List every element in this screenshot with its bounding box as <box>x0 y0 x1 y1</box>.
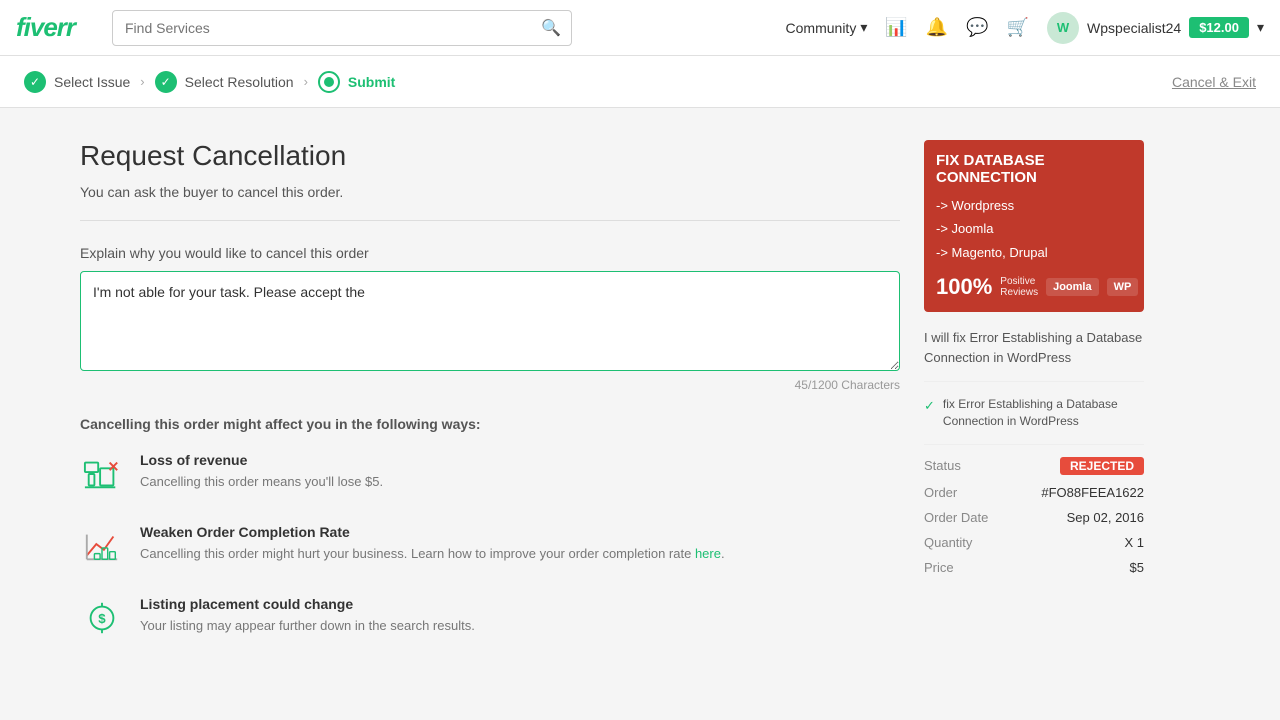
community-label: Community <box>786 20 857 36</box>
breadcrumb-steps: ✓ Select Issue › ✓ Select Resolution › S… <box>24 71 1172 93</box>
loss-revenue-icon <box>80 452 124 496</box>
order-value: #FO88FEEA1622 <box>1041 485 1144 500</box>
quantity-row: Quantity X 1 <box>924 535 1144 550</box>
order-date-value: Sep 02, 2016 <box>1067 510 1144 525</box>
breadcrumb-step-2: ✓ Select Resolution <box>155 71 294 93</box>
effect-loss-desc: Cancelling this order means you'll lose … <box>140 472 383 492</box>
ad-logo-joomla: Joomla <box>1046 278 1099 296</box>
balance-arrow-icon: ▾ <box>1257 19 1264 36</box>
service-check-item: ✓ fix Error Establishing a Database Conn… <box>924 396 1144 430</box>
step1-check-icon: ✓ <box>24 71 46 93</box>
status-label: Status <box>924 458 961 473</box>
avatar: W <box>1047 12 1079 44</box>
step1-label: Select Issue <box>54 74 130 90</box>
username: Wpspecialist24 <box>1087 20 1181 36</box>
here-link[interactable]: here <box>695 546 721 561</box>
main-container: Request Cancellation You can ask the buy… <box>40 108 1240 700</box>
step2-check-icon: ✓ <box>155 71 177 93</box>
ad-banner-title: FIX DATABASE CONNECTION <box>936 152 1132 186</box>
order-date-label: Order Date <box>924 510 988 525</box>
status-badge: REJECTED <box>1060 457 1144 475</box>
left-panel: Request Cancellation You can ask the buy… <box>80 140 900 668</box>
divider-1 <box>80 220 900 221</box>
analytics-icon[interactable]: 📊 <box>885 17 907 38</box>
price-row: Price $5 <box>924 560 1144 575</box>
user-section: W Wpspecialist24 $12.00 ▾ <box>1047 12 1264 44</box>
effect-listing-title: Listing placement could change <box>140 596 475 612</box>
community-button[interactable]: Community ▾ <box>786 19 868 36</box>
char-count: 45/1200 Characters <box>80 378 900 392</box>
breadcrumb-arrow-2: › <box>304 74 308 89</box>
effect-completion-content: Weaken Order Completion Rate Cancelling … <box>140 524 725 564</box>
page-title: Request Cancellation <box>80 140 900 172</box>
textarea-section-label: Explain why you would like to cancel thi… <box>80 245 900 261</box>
ad-item-1: -> Wordpress <box>936 194 1132 217</box>
effect-completion-desc: Cancelling this order might hurt your bu… <box>140 544 725 564</box>
price-label: Price <box>924 560 954 575</box>
ad-banner-logos: 100% Positive Reviews Joomla WP <box>936 274 1132 300</box>
step3-active-icon <box>318 71 340 93</box>
community-arrow-icon: ▾ <box>860 19 867 36</box>
effect-listing-placement: $ Listing placement could change Your li… <box>80 596 900 640</box>
quantity-value: X 1 <box>1124 535 1144 550</box>
effects-title: Cancelling this order might affect you i… <box>80 416 900 432</box>
ad-percent: 100% <box>936 274 992 300</box>
status-row: Status REJECTED <box>924 457 1144 475</box>
order-date-row: Order Date Sep 02, 2016 <box>924 510 1144 525</box>
order-label: Order <box>924 485 957 500</box>
effect-loss-content: Loss of revenue Cancelling this order me… <box>140 452 383 492</box>
notifications-icon[interactable]: 🔔 <box>926 17 948 38</box>
search-bar: 🔍 <box>112 10 572 46</box>
breadcrumb-bar: ✓ Select Issue › ✓ Select Resolution › S… <box>0 56 1280 108</box>
step2-label: Select Resolution <box>185 74 294 90</box>
page-subtitle: You can ask the buyer to cancel this ord… <box>80 184 900 200</box>
step3-label: Submit <box>348 74 395 90</box>
breadcrumb-step-3: Submit <box>318 71 395 93</box>
ad-logo-wp: WP <box>1107 278 1139 296</box>
svg-text:$: $ <box>98 611 106 626</box>
effect-listing-content: Listing placement could change Your list… <box>140 596 475 636</box>
nav-right: Community ▾ 📊 🔔 💬 🛒 W Wpspecialist24 $12… <box>786 12 1264 44</box>
effect-completion-title: Weaken Order Completion Rate <box>140 524 725 540</box>
header: fiverr 🔍 Community ▾ 📊 🔔 💬 🛒 W Wpspecial… <box>0 0 1280 56</box>
service-description: I will fix Error Establishing a Database… <box>924 328 1144 382</box>
balance-badge: $12.00 <box>1189 17 1249 38</box>
effect-completion-rate: Weaken Order Completion Rate Cancelling … <box>80 524 900 568</box>
order-row: Order #FO88FEEA1622 <box>924 485 1144 500</box>
cart-icon[interactable]: 🛒 <box>1007 17 1029 38</box>
effect-loss-revenue: Loss of revenue Cancelling this order me… <box>80 452 900 496</box>
completion-rate-icon <box>80 524 124 568</box>
order-details: Status REJECTED Order #FO88FEEA1622 Orde… <box>924 444 1144 575</box>
cancel-exit-button[interactable]: Cancel & Exit <box>1172 74 1256 90</box>
ad-item-3: -> Magento, Drupal <box>936 241 1132 264</box>
fiverr-logo: fiverr <box>16 12 96 43</box>
breadcrumb-arrow-1: › <box>140 74 144 89</box>
effect-listing-desc: Your listing may appear further down in … <box>140 616 475 636</box>
messages-icon[interactable]: 💬 <box>966 17 988 38</box>
search-button[interactable]: 🔍 <box>531 18 571 38</box>
listing-placement-icon: $ <box>80 596 124 640</box>
ad-reviews: Positive Reviews <box>1000 276 1038 298</box>
service-check-icon: ✓ <box>924 397 935 415</box>
price-value: $5 <box>1130 560 1144 575</box>
ad-banner[interactable]: FIX DATABASE CONNECTION -> Wordpress -> … <box>924 140 1144 312</box>
effect-loss-title: Loss of revenue <box>140 452 383 468</box>
right-panel: FIX DATABASE CONNECTION -> Wordpress -> … <box>924 140 1144 668</box>
service-check-text: fix Error Establishing a Database Connec… <box>943 396 1144 430</box>
breadcrumb-step-1: ✓ Select Issue <box>24 71 130 93</box>
quantity-label: Quantity <box>924 535 972 550</box>
ad-item-2: -> Joomla <box>936 217 1132 240</box>
cancellation-reason-textarea[interactable]: I'm not able for your task. Please accep… <box>80 271 900 371</box>
ad-banner-items: -> Wordpress -> Joomla -> Magento, Drupa… <box>936 194 1132 264</box>
search-input[interactable] <box>113 20 531 36</box>
